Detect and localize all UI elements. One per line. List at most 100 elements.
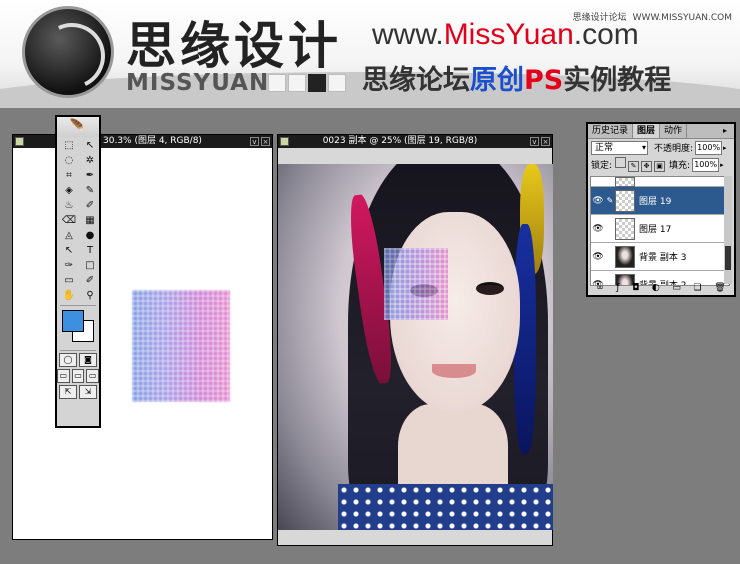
fx-icon[interactable]: ƒ bbox=[616, 282, 619, 294]
crop-tool-icon[interactable]: ⌗ bbox=[59, 169, 79, 183]
lasso-tool-icon[interactable]: ◌ bbox=[59, 154, 79, 168]
mask-icon[interactable]: ◘ bbox=[632, 282, 639, 294]
missyuan-logo bbox=[22, 6, 114, 98]
palette-tabs: 历史记录 图层 动作 ▸ bbox=[588, 124, 734, 139]
lock-pixels-icon[interactable]: ✎ bbox=[628, 161, 640, 172]
eyedropper-tool-icon[interactable]: ✐ bbox=[80, 274, 100, 288]
document-2-titlebar[interactable]: 0023 副本 @ 25% (图层 19, RGB/8) v × bbox=[278, 135, 552, 148]
lock-position-icon[interactable]: ✥ bbox=[641, 161, 653, 172]
corner-watermark: 思缘设计论坛 WWW.MISSYUAN.COM bbox=[572, 13, 732, 23]
jump-icon[interactable]: ⇲ bbox=[79, 385, 97, 399]
zoom-tool-icon[interactable]: ⚲ bbox=[80, 289, 100, 303]
burn-tool-icon[interactable]: ● bbox=[80, 229, 100, 243]
standard-mode-icon[interactable]: ◯ bbox=[59, 353, 77, 367]
clone-stamp-tool-icon[interactable]: ♨ bbox=[59, 199, 79, 213]
fill-input[interactable]: 100% bbox=[692, 157, 720, 172]
pen-tool-icon[interactable]: ✑ bbox=[59, 259, 79, 273]
type-tool-icon[interactable]: T bbox=[80, 244, 100, 258]
layer-list: 👁 ✎ 图层 19 👁 图层 17 👁 背景 副本 3 👁 背景 副本 2 bbox=[590, 176, 730, 286]
document-window-2[interactable]: 0023 副本 @ 25% (图层 19, RGB/8) v × bbox=[277, 134, 553, 546]
path-select-tool-icon[interactable]: ↖ bbox=[59, 244, 79, 258]
layer-thumbnail bbox=[615, 245, 635, 268]
site-banner: 思缘设计 MISSYUAN www.MissYuan.com 思缘论坛原创PS实… bbox=[0, 0, 740, 108]
document-2-canvas[interactable] bbox=[278, 148, 553, 545]
layer-list-scrollbar[interactable] bbox=[724, 176, 732, 284]
healing-brush-tool-icon[interactable]: ◈ bbox=[59, 184, 79, 198]
opacity-input[interactable]: 100% bbox=[695, 140, 723, 155]
eye-icon[interactable]: 👁 bbox=[591, 224, 605, 234]
mask-modes: ◯ ◙ bbox=[57, 353, 99, 367]
blend-row: 正常 不透明度: 100% ▸ bbox=[588, 139, 734, 156]
brush-icon: ✎ bbox=[606, 196, 614, 205]
new-layer-icon[interactable]: ❏ bbox=[694, 282, 702, 294]
slice-tool-icon[interactable]: ✒ bbox=[80, 169, 100, 183]
lock-label: 锁定: bbox=[591, 161, 613, 171]
blur-tool-icon[interactable]: ◬ bbox=[59, 229, 79, 243]
document-1-title: 30.3% (图层 4, RGB/8) bbox=[103, 136, 202, 146]
tab-actions[interactable]: 动作 bbox=[660, 124, 688, 138]
layer-row-19[interactable]: 👁 ✎ 图层 19 bbox=[591, 187, 729, 215]
eraser-tool-icon[interactable]: ⌫ bbox=[59, 214, 79, 228]
quick-mask-icon[interactable]: ◙ bbox=[79, 353, 97, 367]
eye-icon[interactable]: 👁 bbox=[591, 196, 605, 206]
brand-name-cn: 思缘设计 bbox=[126, 16, 342, 75]
link-icon[interactable]: ∞ bbox=[596, 282, 604, 294]
layer-thumbnail bbox=[615, 217, 635, 240]
move-tool-icon[interactable]: ↖ bbox=[80, 139, 100, 153]
history-brush-tool-icon[interactable]: ✐ bbox=[80, 199, 100, 213]
chevron-right-icon[interactable]: ▸ bbox=[723, 144, 727, 152]
adjust-icon[interactable]: ◐ bbox=[652, 282, 660, 294]
tool-grid: ⬚ ↖ ◌ ✲ ⌗ ✒ ◈ ✎ ♨ ✐ ⌫ ▦ ◬ ● ↖ T ✑ □ ▭ ✐ … bbox=[57, 137, 99, 303]
lock-row: 锁定: ✎ ✥ ▣ 填充: 100% ▸ bbox=[588, 156, 734, 173]
portrait-photo bbox=[278, 164, 553, 530]
chevron-right-icon[interactable]: ▸ bbox=[720, 161, 724, 169]
hand-tool-icon[interactable]: ✋ bbox=[59, 289, 79, 303]
close-icon[interactable]: × bbox=[261, 137, 270, 146]
lock-transparency-icon[interactable] bbox=[615, 157, 627, 168]
layer-row-partial[interactable] bbox=[591, 177, 729, 187]
brand-name-en: MISSYUAN bbox=[126, 70, 270, 96]
eye-icon[interactable]: 👁 bbox=[591, 252, 605, 262]
layer-name: 图层 17 bbox=[639, 225, 672, 235]
screen-mode-menu-icon[interactable]: ▭ bbox=[71, 369, 85, 383]
magic-wand-tool-icon[interactable]: ✲ bbox=[80, 154, 100, 168]
document-1-titlebar[interactable]: 30.3% (图层 4, RGB/8) v × bbox=[13, 135, 272, 148]
imageready-icon[interactable]: ⇱ bbox=[59, 385, 77, 399]
screen-mode-standard-icon[interactable]: ▭ bbox=[57, 369, 70, 383]
lock-all-icon[interactable]: ▣ bbox=[654, 161, 666, 172]
trash-icon[interactable]: 🗑 bbox=[714, 282, 725, 294]
palette-menu-icon[interactable]: ▸ bbox=[719, 124, 731, 138]
brand-squares bbox=[268, 74, 346, 92]
blend-mode-select[interactable]: 正常 bbox=[591, 140, 648, 155]
palette-footer: ∞ ƒ ◘ ◐ ▭ ❏ 🗑 bbox=[590, 282, 732, 294]
opacity-label: 不透明度: bbox=[654, 144, 694, 154]
notes-tool-icon[interactable]: ▭ bbox=[59, 274, 79, 288]
marquee-tool-icon[interactable]: ⬚ bbox=[59, 139, 79, 153]
tools-panel[interactable]: 🪶 ⬚ ↖ ◌ ✲ ⌗ ✒ ◈ ✎ ♨ ✐ ⌫ ▦ ◬ ● ↖ T ✑ □ ▭ … bbox=[55, 115, 101, 428]
screen-modes: ▭ ▭ ▭ bbox=[57, 369, 100, 383]
layer-row-bg-copy-3[interactable]: 👁 背景 副本 3 bbox=[591, 243, 729, 271]
feather-icon: 🪶 bbox=[57, 117, 99, 137]
layer-thumbnail bbox=[615, 177, 635, 187]
tab-history[interactable]: 历史记录 bbox=[588, 124, 634, 138]
grid-pattern-layer bbox=[132, 290, 230, 402]
shape-tool-icon[interactable]: □ bbox=[80, 259, 100, 273]
folder-icon[interactable]: ▭ bbox=[672, 282, 681, 294]
brush-tool-icon[interactable]: ✎ bbox=[80, 184, 100, 198]
layer-thumbnail bbox=[615, 189, 635, 212]
grid-pattern-overlay bbox=[384, 248, 448, 320]
layer-name: 图层 19 bbox=[639, 197, 672, 207]
tab-layers[interactable]: 图层 bbox=[633, 124, 661, 138]
foreground-color-swatch[interactable] bbox=[62, 310, 84, 332]
gradient-tool-icon[interactable]: ▦ bbox=[80, 214, 100, 228]
site-url: www.MissYuan.com bbox=[372, 18, 639, 51]
layers-palette[interactable]: 历史记录 图层 动作 ▸ 正常 不透明度: 100% ▸ 锁定: ✎✥▣ 填充:… bbox=[586, 122, 736, 297]
document-2-title: 0023 副本 @ 25% (图层 19, RGB/8) bbox=[322, 136, 478, 146]
minimize-icon[interactable]: v bbox=[530, 137, 539, 146]
minimize-icon[interactable]: v bbox=[250, 137, 259, 146]
screen-mode-full-icon[interactable]: ▭ bbox=[86, 369, 100, 383]
banner-tagline: 思缘论坛原创PS实例教程 bbox=[362, 65, 672, 96]
layer-row-17[interactable]: 👁 图层 17 bbox=[591, 215, 729, 243]
close-icon[interactable]: × bbox=[541, 137, 550, 146]
layer-name: 背景 副本 3 bbox=[639, 253, 687, 263]
